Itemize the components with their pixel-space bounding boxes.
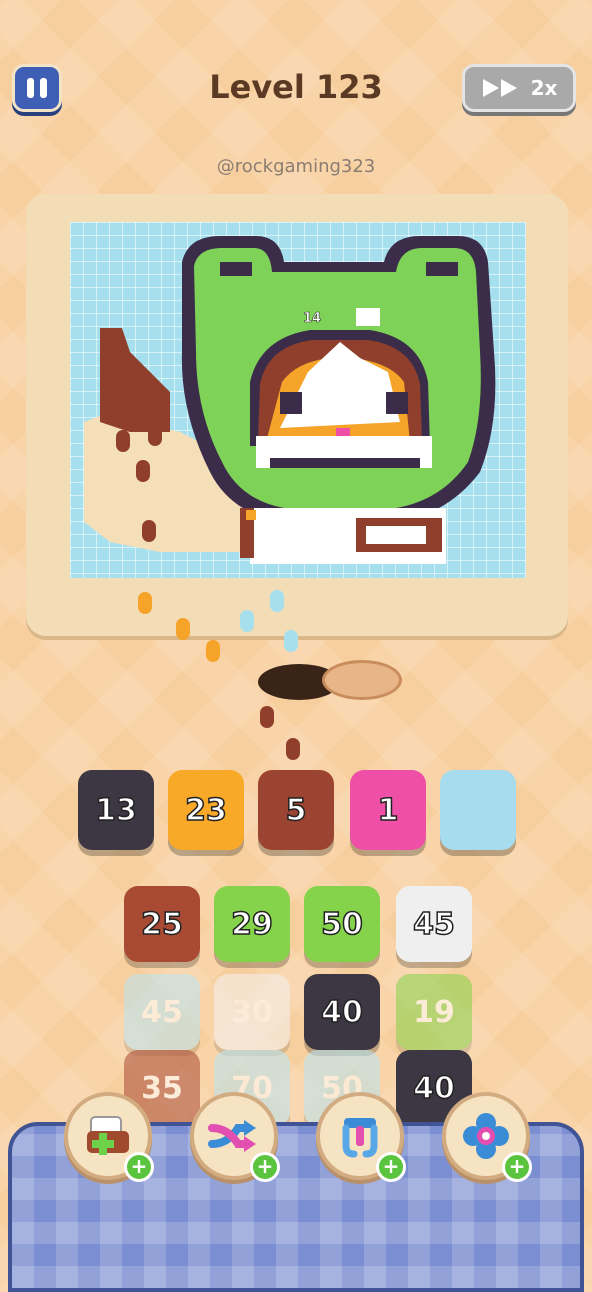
ant-brown (142, 520, 156, 542)
add-slot-booster[interactable]: + (64, 1092, 154, 1182)
tile-r2-c1[interactable]: 45 (124, 974, 200, 1050)
sort-booster-plus[interactable]: + (502, 1152, 532, 1182)
fast-forward-icon (482, 79, 517, 97)
speed-button[interactable]: 2x (462, 64, 576, 112)
queue-slot-5[interactable] (440, 770, 516, 850)
magnet-booster[interactable]: + (316, 1092, 406, 1182)
queue-slot-2[interactable]: 23 (168, 770, 244, 850)
add-tray-icon (87, 1116, 129, 1155)
add-booster-plus[interactable]: + (124, 1152, 154, 1182)
shuffle-booster-plus[interactable]: + (250, 1152, 280, 1182)
flower-icon (463, 1113, 509, 1159)
tile-r1-c4[interactable]: 45 (396, 886, 472, 962)
ant-blue (284, 630, 298, 652)
shuffle-booster[interactable]: + (190, 1092, 280, 1182)
ant-yellow (206, 640, 220, 662)
pixel-art-frog-cat: 14 (84, 236, 496, 564)
queue-slot-4[interactable]: 1 (350, 770, 426, 850)
shuffle-icon (208, 1120, 256, 1152)
sort-booster[interactable]: + (442, 1092, 532, 1182)
hole-lid (322, 660, 402, 700)
ant-brown (136, 460, 150, 482)
ant-brown (148, 424, 162, 446)
ant-yellow (138, 592, 152, 614)
tile-r1-c2[interactable]: 29 (214, 886, 290, 962)
ant-brown (116, 430, 130, 452)
ant-brown (286, 738, 300, 760)
ant-yellow (176, 618, 190, 640)
tile-r1-c3[interactable]: 50 (304, 886, 380, 962)
ant-blue (240, 610, 254, 632)
tile-r1-c1[interactable]: 25 (124, 886, 200, 962)
speed-label: 2x (530, 76, 558, 100)
tile-r2-c2[interactable]: 30 (214, 974, 290, 1050)
tile-r2-c4[interactable]: 19 (396, 974, 472, 1050)
tile-r2-c3[interactable]: 40 (304, 974, 380, 1050)
magnet-icon (342, 1118, 378, 1158)
queue-slot-1[interactable]: 13 (78, 770, 154, 850)
pixel-counter: 14 (303, 311, 321, 326)
ant-brown (260, 706, 274, 728)
magnet-booster-plus[interactable]: + (376, 1152, 406, 1182)
ant-blue (270, 590, 284, 612)
watermark: @rockgaming323 (216, 156, 376, 177)
queue-slot-3[interactable]: 5 (258, 770, 334, 850)
